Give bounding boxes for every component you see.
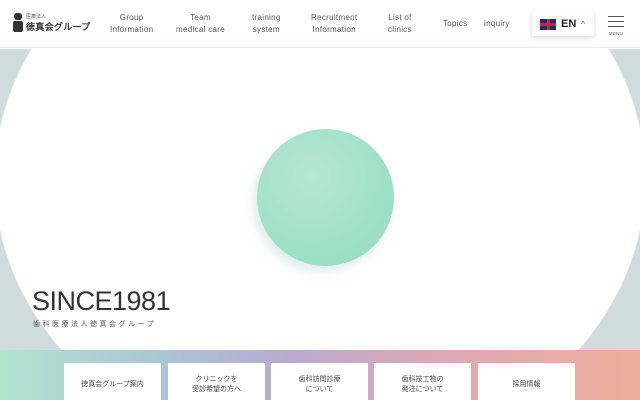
card-home-visit[interactable]: 歯科訪問診療 について	[271, 363, 368, 400]
card-label: について	[305, 385, 334, 393]
nav-label: system	[252, 25, 280, 34]
logo-large: 徳真会グループ	[26, 22, 91, 32]
nav-label: Topics	[443, 19, 468, 28]
quick-links: 徳真会グループ案内 クリニックを 受診希望の方へ 歯科訪問診療 について 歯科技工物…	[0, 350, 640, 400]
hero-subtitle: 歯科医療法人徳真会グループ	[33, 321, 157, 328]
logo[interactable]: 医療法人 徳真会グループ	[13, 13, 91, 33]
menu-label: MENU	[608, 31, 624, 36]
language-selector[interactable]: EN ^	[532, 12, 594, 36]
card-label: クリニックを	[195, 375, 238, 383]
nav-group-information[interactable]: Group Information	[110, 12, 153, 36]
nav-label: inquiry	[484, 19, 510, 28]
card-clinic-visit[interactable]: クリニックを 受診希望の方へ	[168, 363, 265, 400]
chevron-up-icon: ^	[581, 19, 586, 29]
nav-topics[interactable]: Topics	[443, 18, 467, 30]
nav-label: Group	[119, 13, 144, 22]
nav-list-of-clinics[interactable]: List of clinics	[388, 12, 412, 36]
nav-label: training	[252, 13, 281, 22]
card-label: 発注について	[401, 385, 444, 393]
card-label: 採用情報	[512, 380, 541, 388]
logo-icon	[13, 13, 23, 33]
nav-label: Recruitment	[311, 13, 358, 22]
logo-small: 医療法人	[26, 14, 47, 20]
card-label: 歯科訪問診療	[298, 375, 341, 383]
nav-label: Information	[110, 25, 154, 34]
card-label: 徳真会グループ案内	[81, 380, 144, 388]
uk-flag-icon	[540, 18, 556, 30]
card-group-guide[interactable]: 徳真会グループ案内	[64, 363, 161, 400]
menu-button[interactable]: MENU	[608, 16, 624, 36]
hamburger-icon	[608, 16, 624, 17]
hero-title: SINCE1981	[32, 286, 171, 316]
nav-label: List of	[388, 13, 412, 22]
nav-inquiry[interactable]: inquiry	[484, 18, 510, 30]
nav-recruitment-information[interactable]: Recruitment Information	[311, 12, 357, 36]
card-recruitment[interactable]: 採用情報	[478, 363, 575, 400]
hero-orb	[257, 129, 394, 266]
nav-label: Information	[312, 25, 356, 34]
header: 医療法人 徳真会グループ Group Information Team medica…	[0, 0, 640, 48]
nav-label: medical care	[176, 25, 225, 34]
card-label: 歯科技工物の	[401, 375, 444, 383]
nav-label: Team	[190, 13, 211, 22]
card-dental-lab-order[interactable]: 歯科技工物の 発注について	[374, 363, 471, 400]
nav-training-system[interactable]: training system	[252, 12, 281, 36]
card-label: 受診希望の方へ	[192, 385, 241, 393]
nav-label: clinics	[388, 25, 412, 34]
nav-team-medical-care[interactable]: Team medical care	[176, 12, 225, 36]
language-code: EN	[561, 18, 577, 30]
